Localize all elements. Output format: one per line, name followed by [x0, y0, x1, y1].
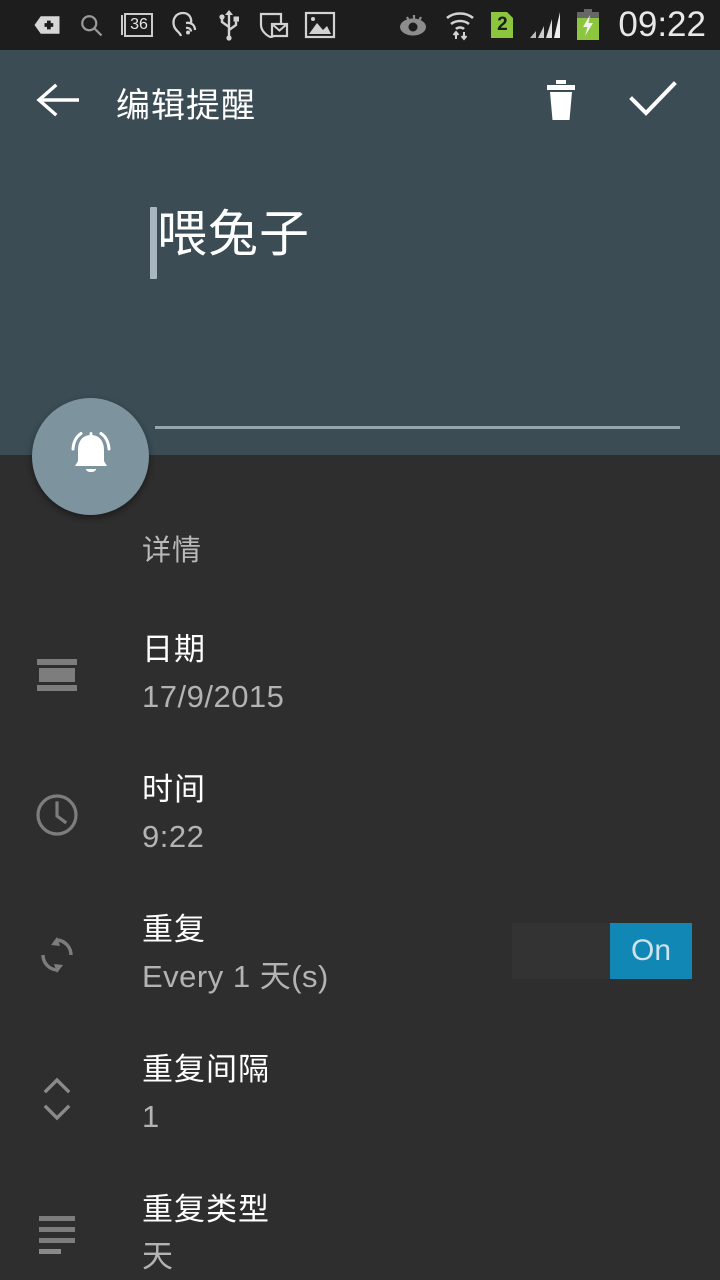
- clock-icon: [28, 761, 86, 839]
- ear-sound-icon: [169, 10, 201, 40]
- usb-icon: [216, 9, 242, 41]
- repeat-sync-icon: [28, 901, 86, 979]
- title-input-underline: [155, 426, 680, 429]
- eye-icon: [397, 12, 431, 38]
- detail-label: 日期: [142, 632, 206, 667]
- status-bar-clock: 09:22: [618, 4, 706, 44]
- sim-2-label: 2: [497, 14, 508, 35]
- detail-value: 天: [142, 1238, 174, 1274]
- page-title: 编辑提醒: [116, 87, 256, 125]
- detail-row-time-body: 时间 9:22: [142, 761, 692, 857]
- sim-2-icon: 2: [489, 10, 515, 40]
- signal-bars-icon: [528, 10, 562, 40]
- detail-row-repeat-type[interactable]: 重复类型 天: [0, 1181, 720, 1280]
- status-bar: 36 2 09:22: [0, 0, 720, 50]
- delete-button[interactable]: [536, 78, 586, 128]
- status-bar-left-icons: 36: [0, 9, 336, 41]
- reminder-type-fab[interactable]: [32, 398, 149, 515]
- detail-value: 9:22: [142, 818, 205, 854]
- detail-row-repeat[interactable]: 重复 Every 1 天(s) On: [0, 901, 720, 1041]
- check-icon: [628, 79, 678, 126]
- wifi-transfer-icon: [444, 9, 476, 41]
- app-bar: 编辑提醒: [0, 50, 720, 155]
- app-header: 编辑提醒 喂兔子: [0, 50, 720, 455]
- detail-label: 时间: [142, 772, 206, 807]
- detail-label: 重复类型: [142, 1192, 270, 1227]
- detail-value: 17/9/2015: [142, 678, 285, 714]
- reminder-title-input[interactable]: 喂兔子: [150, 205, 690, 325]
- phone-screen: 36 2 09:22 编辑提醒 喂兔子 详情 日期 17/9/2015 时间 9…: [0, 0, 720, 1280]
- search-icon: [77, 11, 105, 39]
- repeat-toggle-state[interactable]: On: [610, 923, 692, 979]
- detail-row-date[interactable]: 日期 17/9/2015: [0, 621, 720, 761]
- stepper-updown-icon: [28, 1041, 86, 1127]
- detail-row-repeat-type-body: 重复类型 天: [142, 1181, 692, 1277]
- status-bar-right-icons: 2 09:22: [397, 4, 720, 44]
- reminder-title-value: 喂兔子: [157, 206, 310, 262]
- bell-ringing-icon: [60, 423, 122, 490]
- back-button[interactable]: [30, 74, 88, 132]
- detail-row-time[interactable]: 时间 9:22: [0, 761, 720, 901]
- detail-row-repeat-interval-body: 重复间隔 1: [142, 1041, 692, 1137]
- list-lines-icon: [28, 1181, 86, 1255]
- app-bar-actions: [536, 78, 720, 128]
- trash-icon: [543, 78, 579, 127]
- detail-label: 重复间隔: [142, 1052, 270, 1087]
- image-icon: [304, 11, 336, 39]
- text-caret: [150, 207, 157, 279]
- arrow-left-icon: [33, 79, 85, 126]
- shield-plus-icon: [32, 10, 62, 40]
- detail-row-date-body: 日期 17/9/2015: [142, 621, 692, 717]
- confirm-button[interactable]: [628, 78, 678, 128]
- calendar-icon: [28, 621, 86, 699]
- details-content: 详情 日期 17/9/2015 时间 9:22 重复 Every 1 天(s) …: [0, 455, 720, 1280]
- battery-charging-icon: [575, 9, 601, 41]
- mail-shield-icon: [257, 9, 289, 41]
- badge-count-icon: 36: [120, 11, 154, 39]
- badge-count-label: 36: [130, 16, 148, 33]
- detail-row-repeat-interval[interactable]: 重复间隔 1: [0, 1041, 720, 1181]
- repeat-toggle-switch[interactable]: On: [512, 923, 692, 979]
- detail-value: 1: [142, 1098, 160, 1134]
